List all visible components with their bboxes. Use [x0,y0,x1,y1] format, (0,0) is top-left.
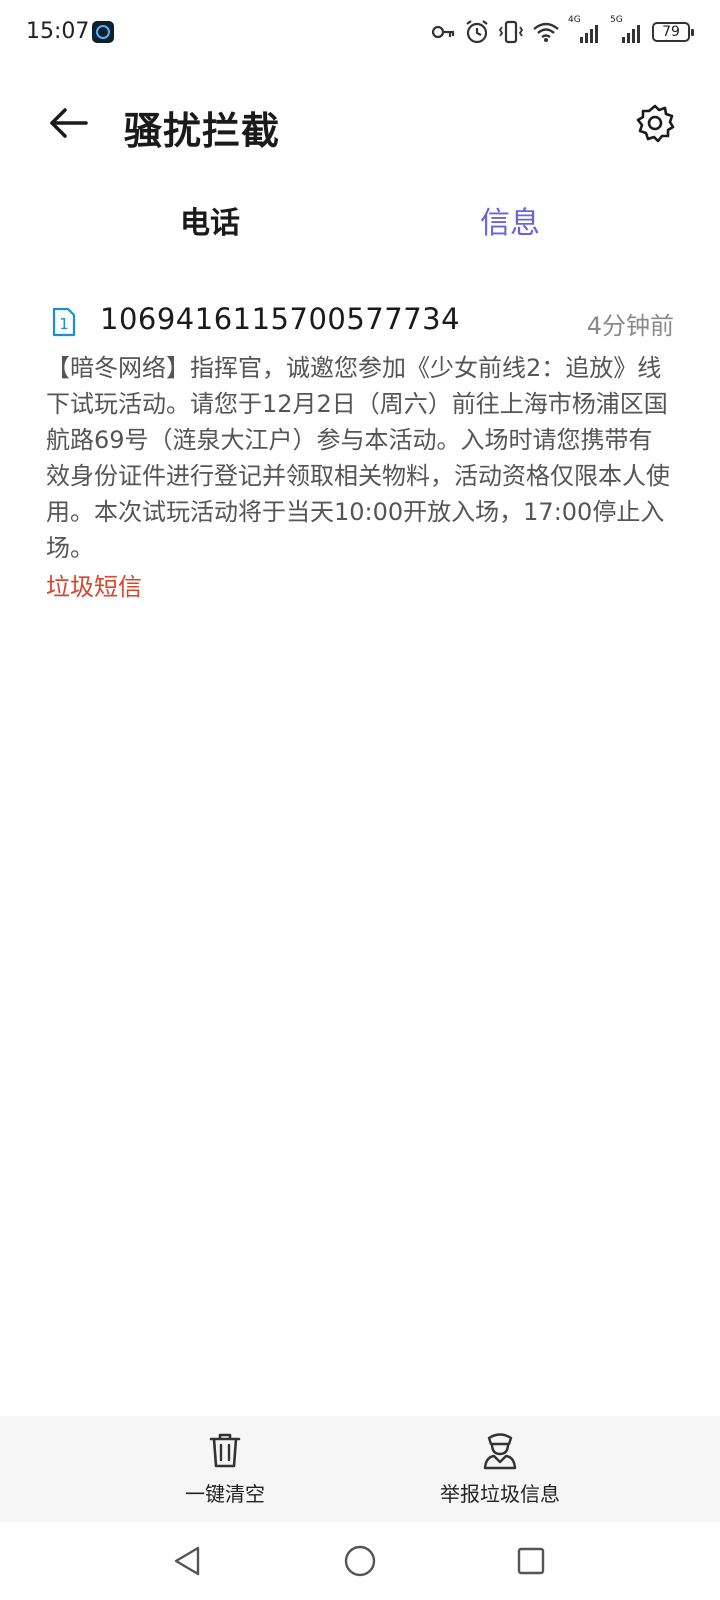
message-sender: 1069416115700577734 [100,302,461,336]
circle-home-icon [344,1545,376,1577]
report-spam-label: 举报垃圾信息 [440,1482,560,1506]
network-4g-label: 4G [568,15,581,25]
vibrate-icon [498,20,524,44]
square-recent-icon [517,1547,545,1575]
arrow-left-icon [50,108,88,138]
status-bar: 15:07 4G 5G 79 [0,0,720,64]
key-icon [432,25,455,39]
sim-number: 1 [59,315,69,333]
message-item[interactable]: 1 1069416115700577734 4分钟前 【暗冬网络】指挥官，诚邀您… [46,298,676,604]
status-icons: 4G 5G 79 [432,15,694,48]
status-time: 15:07 [26,19,90,44]
tab-bar: 电话 信息 [0,190,720,250]
tab-message[interactable]: 信息 [390,190,630,250]
clear-all-button[interactable]: 一键清空 [150,1416,300,1522]
system-nav-bar [0,1522,720,1600]
nav-back-button[interactable] [162,1536,212,1586]
clear-all-label: 一键清空 [185,1482,265,1506]
trash-icon [209,1433,241,1468]
report-spam-button[interactable]: 举报垃圾信息 [420,1416,580,1522]
back-button[interactable] [42,98,94,148]
nav-recent-apps-button[interactable] [506,1536,556,1586]
bottom-action-bar: 一键清空 举报垃圾信息 [0,1416,720,1522]
gear-icon [636,104,675,143]
nav-home-button[interactable] [335,1536,385,1586]
battery-level: 79 [662,24,680,40]
sim-card-icon: 1 [52,307,76,337]
triangle-back-icon [174,1546,200,1576]
signal-5g-icon: 5G [610,15,644,45]
message-header: 1 1069416115700577734 4分钟前 [46,298,676,348]
police-report-icon [483,1433,517,1470]
network-5g-label: 5G [610,15,623,25]
harassment-block-screen: 15:07 4G 5G 79 骚扰拦截 电话 信息 1 106941611570… [0,0,720,1600]
message-body: 【暗冬网络】指挥官，诚邀您参加《少女前线2：追放》线下试玩活动。请您于12月2日… [46,354,670,562]
app-notification-icon [92,21,114,43]
alarm-icon [466,20,488,44]
battery-icon: 79 [652,22,694,42]
wifi-icon [533,22,559,42]
tab-phone[interactable]: 电话 [90,190,330,250]
signal-4g-icon: 4G [568,15,602,45]
title-bar: 骚扰拦截 [0,88,720,158]
settings-button[interactable] [630,98,680,148]
page-title: 骚扰拦截 [124,109,281,153]
message-time: 4分钟前 [586,312,674,340]
spam-tag: 垃圾短信 [46,573,142,601]
